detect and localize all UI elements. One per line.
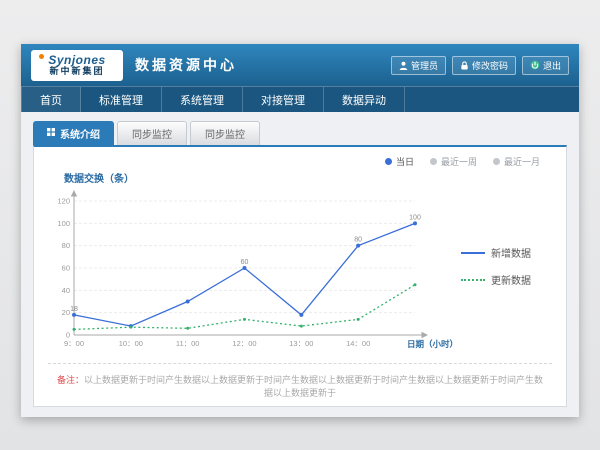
legend-item-update-data-label: 更新数据 (491, 272, 531, 287)
chart-panel: 当日 最近一周 最近一月 数据交换（条） 0204060801001209：00… (33, 145, 567, 407)
nav-item-system-mgmt[interactable]: 系统管理 (162, 87, 243, 112)
tab-grid-icon (47, 128, 55, 139)
legend-item-new-data-label: 新增数据 (491, 245, 531, 260)
admin-user-label: 管理员 (411, 59, 438, 72)
svg-text:9：00: 9：00 (64, 339, 84, 348)
legend-item-new-data[interactable]: 新增数据 (461, 245, 547, 260)
svg-text:40: 40 (62, 286, 70, 295)
logout-button[interactable]: 退出 (522, 56, 569, 75)
nav-item-connect-mgmt[interactable]: 对接管理 (243, 87, 324, 112)
svg-text:80: 80 (62, 241, 70, 250)
y-axis-title: 数据交换（条） (64, 170, 554, 185)
dashed-divider (48, 363, 552, 364)
tab-sync-monitor-2-label: 同步监控 (205, 126, 245, 141)
range-option-today[interactable]: 当日 (385, 155, 414, 168)
legend-dot (493, 158, 500, 165)
tab-sync-monitor-1[interactable]: 同步监控 (117, 121, 187, 145)
svg-text:18: 18 (70, 306, 78, 313)
tab-sync-monitor-2[interactable]: 同步监控 (190, 121, 260, 145)
svg-text:13：00: 13：00 (289, 339, 313, 348)
svg-text:100: 100 (57, 219, 70, 228)
range-option-today-label: 当日 (396, 155, 414, 168)
svg-text:14：00: 14：00 (346, 339, 370, 348)
svg-text:100: 100 (409, 214, 421, 221)
svg-text:12：00: 12：00 (232, 339, 256, 348)
app-window: Synjones 新中新集团 数据资源中心 管理员 修改密码 退出 首页 标准管… (21, 44, 579, 417)
legend-dot (430, 158, 437, 165)
logo-accent-dot (39, 54, 44, 59)
range-option-last-month[interactable]: 最近一月 (493, 155, 540, 168)
svg-text:60: 60 (241, 259, 249, 266)
footnote-label: 备注： (57, 375, 84, 385)
logo-brand: Synjones (48, 54, 105, 67)
range-option-last-week[interactable]: 最近一周 (430, 155, 477, 168)
tab-system-intro[interactable]: 系统介绍 (33, 121, 114, 145)
lock-icon (460, 61, 469, 70)
svg-text:80: 80 (354, 237, 362, 244)
line-chart-svg: 0204060801001209：0010：0011：0012：0013：001… (46, 187, 461, 359)
svg-text:10：00: 10：00 (119, 339, 143, 348)
content-area: 系统介绍 同步监控 同步监控 当日 最近一周 (21, 112, 579, 417)
logout-icon (530, 60, 540, 70)
svg-text:60: 60 (62, 264, 70, 273)
range-legend: 当日 最近一周 最近一月 (46, 155, 554, 168)
legend-dot (385, 158, 392, 165)
svg-text:20: 20 (62, 308, 70, 317)
logo-company: 新中新集团 (49, 67, 104, 76)
tab-system-intro-label: 系统介绍 (60, 126, 100, 141)
app-header: Synjones 新中新集团 数据资源中心 管理员 修改密码 退出 (21, 44, 579, 86)
admin-user-button[interactable]: 管理员 (391, 56, 446, 75)
tab-bar: 系统介绍 同步监控 同步监控 (33, 121, 567, 145)
range-option-last-week-label: 最近一周 (441, 155, 477, 168)
series-legend: 新增数据 更新数据 (461, 245, 547, 287)
svg-text:120: 120 (57, 197, 70, 206)
range-option-last-month-label: 最近一月 (504, 155, 540, 168)
nav-item-standard-mgmt[interactable]: 标准管理 (81, 87, 162, 112)
svg-text:日期（小时）: 日期（小时） (407, 339, 458, 349)
legend-item-update-data[interactable]: 更新数据 (461, 272, 547, 287)
dotted-line-icon (461, 279, 485, 281)
footnote-text: 以上数据更新于时间产生数据以上数据更新于时间产生数据以上数据更新于时间产生数据以… (84, 375, 543, 398)
change-password-button[interactable]: 修改密码 (452, 56, 516, 75)
tab-sync-monitor-1-label: 同步监控 (132, 126, 172, 141)
logout-label: 退出 (543, 59, 561, 72)
footnote: 备注：以上数据更新于时间产生数据以上数据更新于时间产生数据以上数据更新于时间产生… (46, 374, 554, 399)
main-nav: 首页 标准管理 系统管理 对接管理 数据异动 (21, 86, 579, 112)
solid-line-icon (461, 252, 485, 254)
change-password-label: 修改密码 (472, 59, 508, 72)
nav-item-data-change[interactable]: 数据异动 (324, 87, 405, 112)
user-icon (399, 61, 408, 70)
nav-item-home[interactable]: 首页 (21, 87, 81, 112)
page-title: 数据资源中心 (135, 55, 237, 75)
header-actions: 管理员 修改密码 退出 (391, 56, 569, 75)
svg-text:11：00: 11：00 (176, 339, 200, 348)
chart-row: 0204060801001209：0010：0011：0012：0013：001… (46, 187, 554, 359)
logo: Synjones 新中新集团 (31, 50, 123, 81)
